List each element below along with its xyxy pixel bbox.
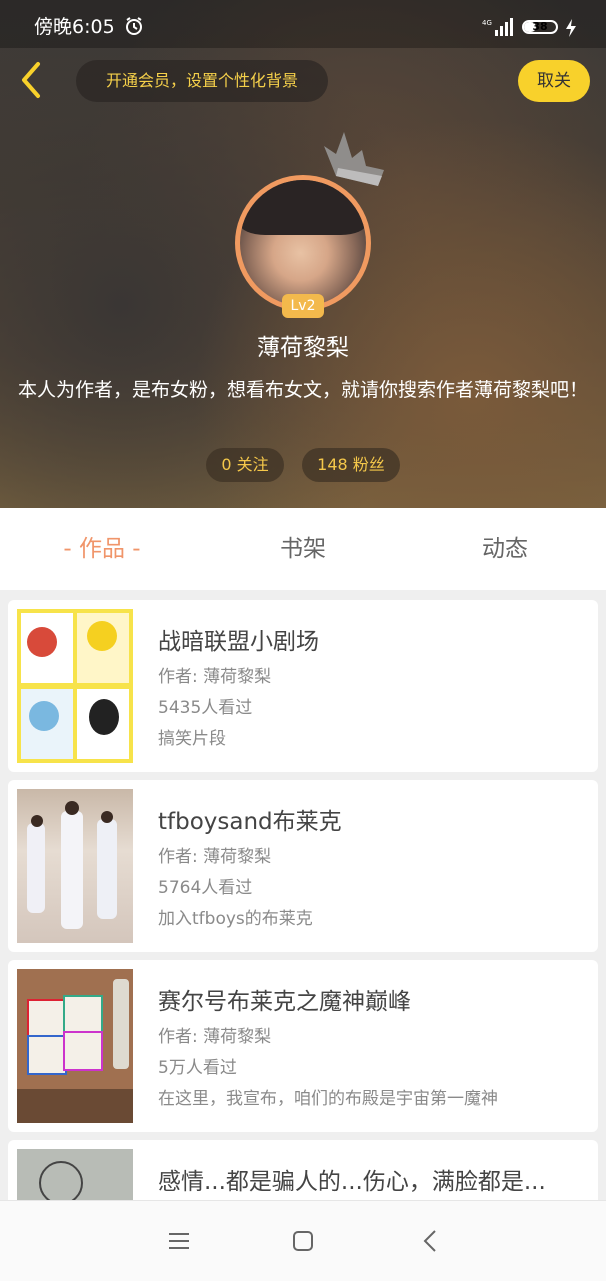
back-icon[interactable] — [14, 60, 50, 100]
status-bar: 傍晚6:05 4G 38 — [0, 0, 606, 48]
work-description: 加入tfboys的布莱克 — [158, 909, 313, 929]
status-time: 傍晚6:05 — [34, 16, 115, 38]
profile-header: 傍晚6:05 4G 38 开通会员，设置个性化背景 取关 Lv2 薄荷黎梨 本人… — [0, 0, 606, 508]
avatar-hair — [240, 180, 366, 235]
alarm-icon — [126, 17, 142, 35]
nav-back-icon[interactable] — [418, 1228, 444, 1254]
work-views: 5万人看过 — [158, 1058, 237, 1078]
bio: 本人为作者，是布女粉，想看布女文，就请你搜索作者薄荷黎梨吧！ — [17, 379, 588, 401]
vip-background-button[interactable]: 开通会员，设置个性化背景 — [76, 60, 328, 102]
work-cover — [17, 969, 133, 1123]
unfollow-button[interactable]: 取关 — [518, 60, 590, 102]
work-cover — [17, 609, 133, 763]
work-title: tfboysand布莱克 — [158, 809, 342, 835]
charging-icon — [566, 19, 576, 37]
works-list: 战暗联盟小剧场 作者: 薄荷黎梨 5435人看过 搞笑片段 tfboysand布… — [0, 590, 606, 1200]
work-views: 5435人看过 — [158, 698, 253, 718]
home-icon[interactable] — [290, 1228, 316, 1254]
work-cover — [17, 1149, 133, 1200]
tab-activity[interactable]: 动态 — [405, 508, 605, 590]
work-card[interactable]: 感情...都是骗人的...伤心，满脸都是... — [8, 1140, 598, 1200]
work-author: 作者: 薄荷黎梨 — [158, 847, 272, 867]
work-description: 搞笑片段 — [158, 729, 226, 749]
work-card[interactable]: 战暗联盟小剧场 作者: 薄荷黎梨 5435人看过 搞笑片段 — [8, 600, 598, 772]
avatar[interactable] — [240, 180, 366, 306]
tab-bar: - 作品 - 书架 动态 — [0, 508, 606, 590]
work-card[interactable]: 赛尔号布莱克之魔神巅峰 作者: 薄荷黎梨 5万人看过 在这里，我宣布，咱们的布殿… — [8, 960, 598, 1132]
battery-level: 38 — [532, 20, 548, 33]
tab-works[interactable]: - 作品 - — [2, 508, 202, 590]
level-badge: Lv2 — [282, 294, 324, 318]
work-title: 战暗联盟小剧场 — [158, 629, 319, 655]
following-count[interactable]: 0 关注 — [206, 448, 284, 482]
work-title: 赛尔号布莱克之魔神巅峰 — [158, 989, 411, 1015]
work-card[interactable]: tfboysand布莱克 作者: 薄荷黎梨 5764人看过 加入tfboys的布… — [8, 780, 598, 952]
crown-icon — [324, 132, 384, 186]
work-views: 5764人看过 — [158, 878, 253, 898]
system-nav-bar — [0, 1200, 606, 1281]
work-title: 感情...都是骗人的...伤心，满脸都是... — [158, 1169, 546, 1195]
work-description: 在这里，我宣布，咱们的布殿是宇宙第一魔神 — [158, 1089, 498, 1109]
tab-bookshelf[interactable]: 书架 — [203, 508, 403, 590]
work-author: 作者: 薄荷黎梨 — [158, 667, 272, 687]
network-label: 4G — [482, 19, 492, 27]
work-author: 作者: 薄荷黎梨 — [158, 1027, 272, 1047]
username: 薄荷黎梨 — [257, 335, 349, 361]
menu-icon[interactable] — [166, 1228, 192, 1254]
work-cover — [17, 789, 133, 943]
signal-icon: 4G — [482, 18, 513, 36]
fans-count[interactable]: 148 粉丝 — [302, 448, 400, 482]
battery-icon: 38 — [522, 20, 558, 34]
